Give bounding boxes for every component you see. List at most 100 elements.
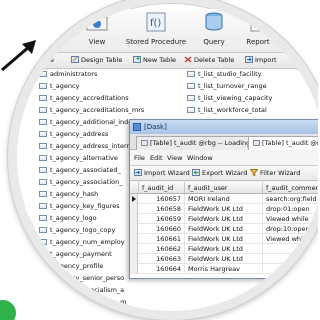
- cell-audit-id[interactable]: 160659: [139, 214, 185, 224]
- tab-active-table[interactable]: [Table] t_audit @rbg: [248, 136, 318, 150]
- table-row[interactable]: 160660 FieldWork UK Ltd drop:10:open: [130, 224, 318, 234]
- list-item[interactable]: t_agency_profile: [39, 262, 103, 272]
- cell-audit-id[interactable]: 160662: [139, 244, 185, 254]
- table-row[interactable]: 160657 MORI Ireland search:org:field: [130, 194, 318, 204]
- menu-window[interactable]: Window: [187, 154, 213, 162]
- cell-audit-id[interactable]: 160657: [139, 194, 185, 204]
- cell-audit-user[interactable]: FieldWork UK Ltd: [185, 224, 263, 234]
- list-item[interactable]: t_agency_accreditations: [39, 94, 129, 104]
- ribbon-view-button[interactable]: View: [77, 9, 117, 53]
- tab-loading[interactable]: [Table] t_audit @rbg -- Loading: [136, 136, 256, 150]
- table-icon: [39, 203, 47, 209]
- list-item[interactable]: t_agency_num_employ: [39, 238, 125, 248]
- cell-audit-user[interactable]: Morris Hargreav: [185, 264, 263, 274]
- tab-label: [Table] t_audit @rbg: [262, 139, 318, 147]
- column-header[interactable]: f_audit_id: [139, 182, 185, 194]
- cell-audit-user[interactable]: MORI Ireland: [185, 194, 263, 204]
- table-icon: [187, 83, 195, 89]
- cell-audit-comment[interactable]: drop:10:open: [263, 224, 318, 234]
- filter-wizard-button[interactable]: Filter Wizard: [250, 169, 300, 177]
- toolbar-label: Filter Wizard: [260, 169, 301, 177]
- magnifier-lens: View f() Stored Procedure Query Report n…: [8, 0, 318, 320]
- export-wizard-button[interactable]: Export Wizard: [192, 169, 248, 177]
- ribbon-query-button[interactable]: Query: [193, 9, 235, 53]
- delete-table-icon: [184, 56, 192, 63]
- list-item[interactable]: t_agency_associated_: [39, 166, 121, 176]
- ribbon-button-label: Report: [246, 38, 270, 46]
- menu-edit[interactable]: Edit: [150, 154, 163, 162]
- cell-audit-comment[interactable]: [263, 254, 318, 264]
- cell-audit-comment[interactable]: [263, 264, 318, 274]
- ribbon-report-button[interactable]: Report: [239, 9, 277, 53]
- list-item-label: t_agency_specialism_a: [50, 286, 125, 294]
- cell-audit-comment[interactable]: search:org:field: [263, 194, 318, 204]
- list-item-label: t_agency: [50, 82, 80, 90]
- list-item[interactable]: t_list_workforce_total: [187, 106, 267, 116]
- cell-audit-user[interactable]: FieldWork UK Ltd: [185, 204, 263, 214]
- list-item[interactable]: t_agency_accreditations_mrs: [39, 106, 144, 116]
- list-item[interactable]: t_agency_specialism_a: [39, 286, 124, 296]
- table-row[interactable]: 160662 FieldWork UK Ltd: [130, 244, 318, 254]
- column-header[interactable]: f_audit_user: [185, 182, 263, 194]
- cell-audit-user[interactable]: FieldWork UK Ltd: [185, 244, 263, 254]
- table-icon: [39, 311, 47, 317]
- cell-audit-comment[interactable]: Viewed while: [263, 214, 318, 224]
- cell-audit-id[interactable]: 160663: [139, 254, 185, 264]
- list-item[interactable]: t_agency_alternative: [39, 154, 118, 164]
- ribbon-button-label: Stored Procedure: [125, 38, 187, 46]
- table-row[interactable]: 160664 Morris Hargreav: [130, 264, 318, 274]
- cell-audit-id[interactable]: 160664: [139, 264, 185, 274]
- column-header[interactable]: f_audit_comment: [263, 182, 318, 194]
- list-item[interactable]: t_agency_key_figures: [39, 202, 120, 212]
- menu-file[interactable]: File: [134, 154, 145, 162]
- import-button[interactable]: Import: [245, 56, 277, 64]
- window-title-bar[interactable]: [Dask]: [130, 120, 318, 134]
- list-item[interactable]: t_agency_hash: [39, 190, 98, 200]
- list-item-label: t_agency_alternative: [50, 154, 118, 162]
- stored-procedure-icon: f(): [146, 12, 166, 32]
- table-row[interactable]: 160661 FieldWork UK Ltd Viewed while: [130, 234, 318, 244]
- cell-audit-user[interactable]: FieldWork UK Ltd: [185, 254, 263, 264]
- list-item[interactable]: t_agency_payment: [39, 250, 112, 260]
- table-icon: [39, 143, 47, 149]
- open-table-button[interactable]: n Table: [31, 56, 54, 64]
- design-table-button[interactable]: Design Table: [71, 56, 122, 64]
- cell-audit-comment[interactable]: [263, 244, 318, 254]
- cell-audit-id[interactable]: 160661: [139, 234, 185, 244]
- table-icon: [39, 263, 47, 269]
- table-icon: [39, 239, 47, 245]
- table-row[interactable]: 160663 FieldWork UK Ltd: [130, 254, 318, 264]
- import-wizard-button[interactable]: Import Wizard: [134, 169, 190, 177]
- cell-audit-comment[interactable]: drop:01:open: [263, 204, 318, 214]
- list-item-label: t_list_turnover_range: [198, 82, 267, 90]
- window-toolbar: Import Wizard Export Wizard Filter Wizar…: [130, 165, 318, 181]
- list-item[interactable]: t_list_studio_facility: [187, 70, 261, 80]
- list-item[interactable]: t_agency_logo_copy: [39, 226, 115, 236]
- list-item[interactable]: t_list_viewing_capacity: [187, 94, 272, 104]
- list-item[interactable]: t_agency_association_: [39, 178, 123, 188]
- list-item[interactable]: t_agency_logo: [39, 214, 97, 224]
- menu-view[interactable]: View: [167, 154, 182, 162]
- cell-audit-id[interactable]: 160658: [139, 204, 185, 214]
- cell-audit-user[interactable]: FieldWork UK Ltd: [185, 234, 263, 244]
- list-item[interactable]: t_agency_specialism_n: [39, 310, 124, 317]
- list-item[interactable]: t_list_turnover_range: [187, 82, 267, 92]
- list-item[interactable]: t_agency_address: [39, 130, 108, 140]
- table-icon: [39, 83, 47, 89]
- cell-audit-user[interactable]: FieldWork UK Ltd: [185, 214, 263, 224]
- list-item[interactable]: administrators: [39, 70, 97, 80]
- table-row[interactable]: 160658 FieldWork UK Ltd drop:01:open: [130, 204, 318, 214]
- ribbon-stored-procedure-button[interactable]: f() Stored Procedure: [121, 9, 191, 53]
- list-item[interactable]: t_agency: [39, 82, 79, 92]
- list-item[interactable]: t_agency_specialism_m: [39, 298, 126, 308]
- delete-table-button[interactable]: Delete Table: [184, 56, 234, 64]
- table-icon: [39, 107, 47, 113]
- toolbar-label: Delete Table: [194, 56, 235, 64]
- cell-audit-comment[interactable]: Viewed while: [263, 234, 318, 244]
- table-icon: [187, 95, 195, 101]
- table-row[interactable]: 160659 FieldWork UK Ltd Viewed while: [130, 214, 318, 224]
- row-indicator: [130, 264, 138, 274]
- list-item[interactable]: t_agency_senior_perso: [39, 274, 124, 284]
- new-table-button[interactable]: New Table: [133, 56, 176, 64]
- cell-audit-id[interactable]: 160660: [139, 224, 185, 234]
